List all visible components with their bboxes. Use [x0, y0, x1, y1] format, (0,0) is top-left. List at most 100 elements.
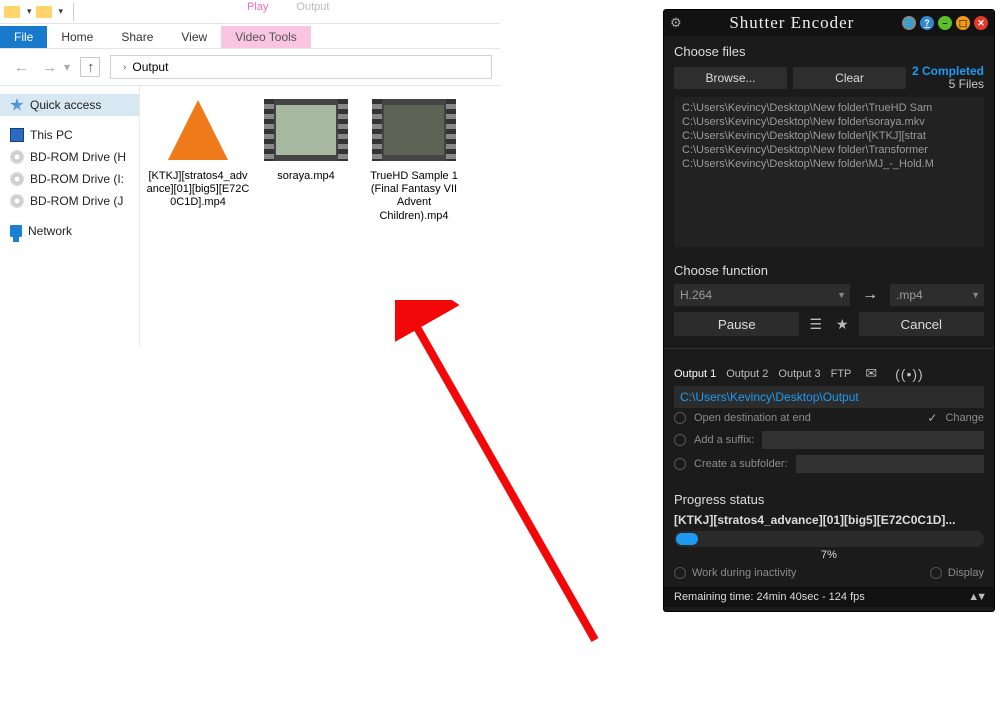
- file-item[interactable]: soraya.mp4: [254, 94, 358, 182]
- tab-output2[interactable]: Output 2: [726, 368, 768, 380]
- opt-open-dest[interactable]: Open destination at end ✓ Change: [674, 408, 984, 428]
- tab-view[interactable]: View: [167, 26, 221, 48]
- chevron-down-icon: ▼: [837, 290, 846, 300]
- display-option[interactable]: Display: [948, 567, 984, 579]
- disc-icon: [10, 150, 24, 164]
- network-icon: [10, 225, 22, 237]
- qa-dropdown[interactable]: ▾: [27, 6, 32, 17]
- file-label: [KTKJ][stratos4_advance][01][big5][E72C0…: [146, 170, 250, 210]
- section-header: Progress status: [674, 492, 984, 507]
- list-item[interactable]: C:\Users\Kevincy\Desktop\New folder\sora…: [674, 115, 984, 129]
- section-header: Choose files: [674, 44, 984, 59]
- forward-button[interactable]: →: [36, 58, 54, 76]
- nav-pane: Quick access This PC BD-ROM Drive (H BD-…: [0, 86, 140, 346]
- file-explorer: ▾ ▾ Play Output File Home Share View Vid…: [0, 0, 500, 300]
- progress-section: Progress status [KTKJ][stratos4_advance]…: [664, 484, 994, 587]
- favorite-icon[interactable]: ★: [832, 316, 853, 333]
- file-item[interactable]: TrueHD Sample 1 (Final Fantasy VII Adven…: [362, 94, 466, 223]
- suffix-input[interactable]: [762, 431, 984, 449]
- app-titlebar: ⚙ Shutter Encoder 🌐 ? – ⬚ ✕: [664, 10, 994, 36]
- qa-dropdown[interactable]: ▾: [59, 6, 64, 17]
- list-item[interactable]: C:\Users\Kevincy\Desktop\New folder\True…: [674, 101, 984, 115]
- expand-toggle[interactable]: ▲▼: [968, 591, 984, 603]
- disc-icon: [10, 194, 24, 208]
- folder-icon: [36, 6, 52, 18]
- help-button[interactable]: ?: [920, 16, 934, 30]
- radio-icon: [674, 412, 686, 424]
- files-area[interactable]: [KTKJ][stratos4_advance][01][big5][E72C0…: [140, 86, 500, 346]
- video-thumb: [264, 99, 348, 161]
- browse-button[interactable]: Browse...: [674, 67, 787, 89]
- tab-share[interactable]: Share: [107, 26, 167, 48]
- path-segment[interactable]: Output: [132, 60, 168, 74]
- file-label: TrueHD Sample 1 (Final Fantasy VII Adven…: [362, 170, 466, 223]
- section-header: Choose function: [674, 263, 984, 278]
- progress-percent: 7%: [674, 549, 984, 561]
- chevron-right-icon: ›: [123, 62, 126, 73]
- file-list[interactable]: C:\Users\Kevincy\Desktop\New folder\True…: [674, 97, 984, 247]
- close-button[interactable]: ✕: [974, 16, 988, 30]
- maximize-button[interactable]: ⬚: [956, 16, 970, 30]
- files-count: 5 Files: [912, 78, 984, 91]
- remaining-time: Remaining time: 24min 40sec - 124 fps: [674, 591, 865, 603]
- app-title: Shutter Encoder: [682, 13, 902, 33]
- tab-home[interactable]: Home: [47, 26, 107, 48]
- ribbon-tabs: File Home Share View Video Tools: [0, 24, 500, 48]
- clear-button[interactable]: Clear: [793, 67, 906, 89]
- stream-icon[interactable]: ((•)): [891, 366, 928, 382]
- file-item[interactable]: [KTKJ][stratos4_advance][01][big5][E72C0…: [146, 94, 250, 210]
- tab-file[interactable]: File: [0, 26, 47, 48]
- vlc-icon: [168, 100, 228, 160]
- list-item[interactable]: C:\Users\Kevincy\Desktop\New folder\Tran…: [674, 143, 984, 157]
- address-bar: ← → ▾ ↑ › Output: [0, 48, 500, 86]
- cancel-button[interactable]: Cancel: [859, 312, 984, 336]
- subfolder-input[interactable]: [796, 455, 984, 473]
- output-tabs: Output 1 Output 2 Output 3 FTP ✉ ((•)): [674, 361, 984, 386]
- sidebar-item-network[interactable]: Network: [0, 220, 139, 242]
- mail-icon[interactable]: ✉: [861, 365, 881, 382]
- container-select[interactable]: .mp4▼: [890, 284, 984, 306]
- check-icon: ✓: [927, 411, 937, 425]
- opt-suffix[interactable]: Add a suffix:: [674, 428, 984, 452]
- radio-icon: [930, 567, 942, 579]
- tab-output3[interactable]: Output 3: [778, 368, 820, 380]
- list-item[interactable]: C:\Users\Kevincy\Desktop\New folder\MJ_-…: [674, 157, 984, 171]
- menu-icon[interactable]: ☰: [805, 316, 826, 333]
- output-section: Output 1 Output 2 Output 3 FTP ✉ ((•)) C…: [664, 353, 994, 484]
- sidebar-item-quick-access[interactable]: Quick access: [0, 94, 139, 116]
- lang-button[interactable]: 🌐: [902, 16, 916, 30]
- contextual-label-output: Output: [282, 0, 343, 14]
- minimize-button[interactable]: –: [938, 16, 952, 30]
- folder-icon: [4, 6, 20, 18]
- history-dropdown[interactable]: ▾: [64, 60, 70, 74]
- list-item[interactable]: C:\Users\Kevincy\Desktop\New folder\[KTK…: [674, 129, 984, 143]
- choose-function-section: Choose function H.264▼ → .mp4▼ Pause ☰ ★…: [664, 255, 994, 344]
- codec-select[interactable]: H.264▼: [674, 284, 850, 306]
- path-box[interactable]: › Output: [110, 55, 492, 79]
- arrow-right-icon: →: [856, 286, 884, 304]
- gear-icon[interactable]: ⚙: [670, 15, 682, 31]
- work-inactivity[interactable]: Work during inactivity: [692, 567, 796, 579]
- sidebar-item-bdrom[interactable]: BD-ROM Drive (I:: [0, 168, 139, 190]
- up-button[interactable]: ↑: [80, 57, 100, 77]
- disc-icon: [10, 172, 24, 186]
- pause-button[interactable]: Pause: [674, 312, 799, 336]
- opt-subfolder[interactable]: Create a subfolder:: [674, 452, 984, 476]
- radio-icon: [674, 434, 686, 446]
- radio-icon: [674, 458, 686, 470]
- sidebar-item-this-pc[interactable]: This PC: [0, 124, 139, 146]
- progress-bar: [674, 531, 984, 547]
- sidebar-item-bdrom[interactable]: BD-ROM Drive (H: [0, 146, 139, 168]
- contextual-label-play: Play: [233, 0, 282, 14]
- radio-icon: [674, 567, 686, 579]
- output-path[interactable]: C:\Users\Kevincy\Desktop\Output: [674, 386, 984, 408]
- tab-ftp[interactable]: FTP: [831, 368, 852, 380]
- chevron-down-icon: ▼: [971, 290, 980, 300]
- change-button[interactable]: Change: [945, 412, 984, 424]
- tab-output1[interactable]: Output 1: [674, 368, 716, 380]
- tab-video-tools[interactable]: Video Tools: [221, 26, 311, 48]
- sidebar-item-bdrom[interactable]: BD-ROM Drive (J: [0, 190, 139, 212]
- back-button[interactable]: ←: [8, 58, 26, 76]
- choose-files-section: Choose files Browse... Clear 2 Completed…: [664, 36, 994, 255]
- file-stats: 2 Completed 5 Files: [912, 65, 984, 91]
